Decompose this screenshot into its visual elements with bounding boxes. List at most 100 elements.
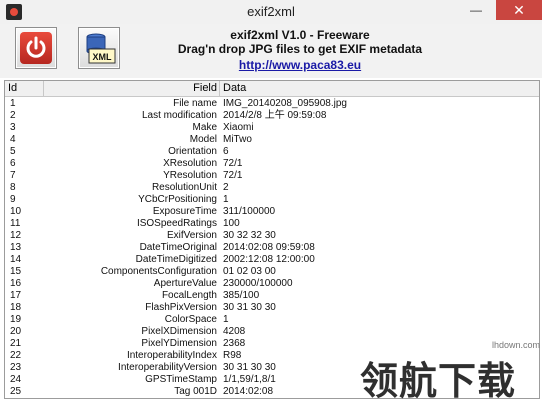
table-row[interactable]: 18 FlashPixVersion 30 31 30 30 <box>5 302 539 313</box>
cell-data: 30 31 30 30 <box>223 302 276 313</box>
watermark-text: 领航下载 <box>360 361 517 403</box>
cell-id: 21 <box>10 338 22 349</box>
cell-data: R98 <box>223 350 242 361</box>
table-row[interactable]: 13 DateTimeOriginal 2014:02:08 09:59:08 <box>5 242 539 253</box>
cell-field: PixelXDimension <box>141 326 217 337</box>
cell-data: Xiaomi <box>223 122 254 133</box>
cell-data: 30 32 32 30 <box>223 230 276 241</box>
table-row[interactable]: 16 ApertureValue 230000/100000 <box>5 278 539 289</box>
xml-label: XML <box>93 52 113 62</box>
cell-field: FocalLength <box>161 290 217 301</box>
watermark-site: lhdown.com <box>491 340 540 350</box>
cell-data: 311/100000 <box>223 206 276 217</box>
cell-data: 2014:02:08 09:59:08 <box>223 242 315 253</box>
table-row[interactable]: 14 DateTimeDigitized 2002:12:08 12:00:00 <box>5 254 539 265</box>
cell-field: InteroperabilityIndex <box>126 350 217 361</box>
cell-id: 9 <box>10 194 16 205</box>
cell-field: ColorSpace <box>164 314 217 325</box>
cell-data: MiTwo <box>223 134 252 145</box>
cell-id: 15 <box>10 266 22 277</box>
instruction-text: Drag'n drop JPG files to get EXIF metada… <box>177 42 423 56</box>
cell-field: InteroperabilityVersion <box>118 362 217 373</box>
table-row[interactable]: 11 ISOSpeedRatings 100 <box>5 218 539 229</box>
table-row[interactable]: 9 YCbCrPositioning 1 <box>5 194 539 205</box>
power-icon <box>20 32 52 64</box>
cell-data: 30 31 30 30 <box>223 362 276 373</box>
cell-data: 2002:12:08 12:00:00 <box>223 254 315 265</box>
table-row[interactable]: 8 ResolutionUnit 2 <box>5 182 539 193</box>
cell-id: 5 <box>10 146 16 157</box>
cell-field: DateTimeOriginal <box>139 242 217 253</box>
cell-data: 1 <box>223 194 229 205</box>
table-row[interactable]: 17 FocalLength 385/100 <box>5 290 539 301</box>
cell-id: 19 <box>10 314 22 325</box>
table-row[interactable]: 7 YResolution 72/1 <box>5 170 539 181</box>
cell-data: 72/1 <box>223 170 243 181</box>
toolbar: XML exif2xml V1.0 - Freeware Drag'n drop… <box>0 24 542 78</box>
table-row[interactable]: 15 ComponentsConfiguration 01 02 03 00 <box>5 266 539 277</box>
cell-field: Last modification <box>141 110 217 121</box>
cell-id: 6 <box>10 158 16 169</box>
cell-data: 385/100 <box>223 290 260 301</box>
cell-field: PixelYDimension <box>141 338 217 349</box>
column-header-data[interactable]: Data <box>223 82 246 94</box>
table-row[interactable]: 2 Last modification 2014/2/8 上午 09:59:08 <box>5 110 539 121</box>
cell-field: ExifVersion <box>166 230 217 241</box>
table-row[interactable]: 20 PixelXDimension 4208 <box>5 326 539 337</box>
cell-data: 230000/100000 <box>223 278 293 289</box>
table-header: Id Field Data <box>5 81 539 97</box>
cell-id: 16 <box>10 278 22 289</box>
cell-id: 8 <box>10 182 16 193</box>
table-row[interactable]: 5 Orientation 6 <box>5 146 539 157</box>
cell-field: ResolutionUnit <box>151 182 217 193</box>
cell-field: FlashPixVersion <box>145 302 217 313</box>
website-link[interactable]: http://www.paca83.eu <box>150 58 450 72</box>
database-xml-icon: XML <box>86 33 116 64</box>
cell-field: Make <box>192 122 217 133</box>
cell-id: 20 <box>10 326 22 337</box>
cell-field: ApertureValue <box>153 278 217 289</box>
cell-id: 12 <box>10 230 22 241</box>
table-row[interactable]: 19 ColorSpace 1 <box>5 314 539 325</box>
cell-id: 11 <box>10 218 21 229</box>
cell-data: 72/1 <box>223 158 243 169</box>
watermark: lhdown.com 领航下载 <box>360 340 540 403</box>
cell-id: 14 <box>10 254 22 265</box>
cell-data: 6 <box>223 146 229 157</box>
cell-id: 10 <box>10 206 22 217</box>
cell-id: 7 <box>10 170 16 181</box>
table-row[interactable]: 3 Make Xiaomi <box>5 122 539 133</box>
cell-data: 1 <box>223 314 229 325</box>
cell-field: ComponentsConfiguration <box>100 266 217 277</box>
table-row[interactable]: 6 XResolution 72/1 <box>5 158 539 169</box>
close-button[interactable]: ✕ <box>496 0 542 20</box>
cell-id: 25 <box>10 386 22 397</box>
cell-id: 22 <box>10 350 22 361</box>
cell-data: 2 <box>223 182 229 193</box>
cell-field: Orientation <box>168 146 217 157</box>
cell-field: Tag 001D <box>174 386 217 397</box>
cell-data: 2014/2/8 上午 09:59:08 <box>223 110 327 121</box>
export-xml-button[interactable]: XML <box>78 27 120 69</box>
cell-id: 24 <box>10 374 22 385</box>
cell-id: 4 <box>10 134 16 145</box>
column-header-field[interactable]: Field <box>5 82 217 94</box>
cell-field: XResolution <box>163 158 217 169</box>
table-row[interactable]: 12 ExifVersion 30 32 32 30 <box>5 230 539 241</box>
cell-field: DateTimeDigitized <box>135 254 217 265</box>
cell-data: 100 <box>223 218 240 229</box>
cell-field: YCbCrPositioning <box>138 194 217 205</box>
cell-field: File name <box>173 98 217 109</box>
table-row[interactable]: 10 ExposureTime 311/100000 <box>5 206 539 217</box>
table-row[interactable]: 4 Model MiTwo <box>5 134 539 145</box>
cell-data: 2368 <box>223 338 246 349</box>
title-bar: exif2xml — ✕ <box>0 0 542 25</box>
power-button[interactable] <box>15 27 57 69</box>
cell-data: 2014:02:08 <box>223 386 274 397</box>
table-row[interactable]: 1 File name IMG_20140208_095908.jpg <box>5 98 539 109</box>
cell-field: ISOSpeedRatings <box>136 218 217 229</box>
window-title: exif2xml <box>247 4 295 19</box>
cell-field: Model <box>189 134 217 145</box>
minimize-button[interactable]: — <box>466 4 486 19</box>
cell-id: 18 <box>10 302 22 313</box>
